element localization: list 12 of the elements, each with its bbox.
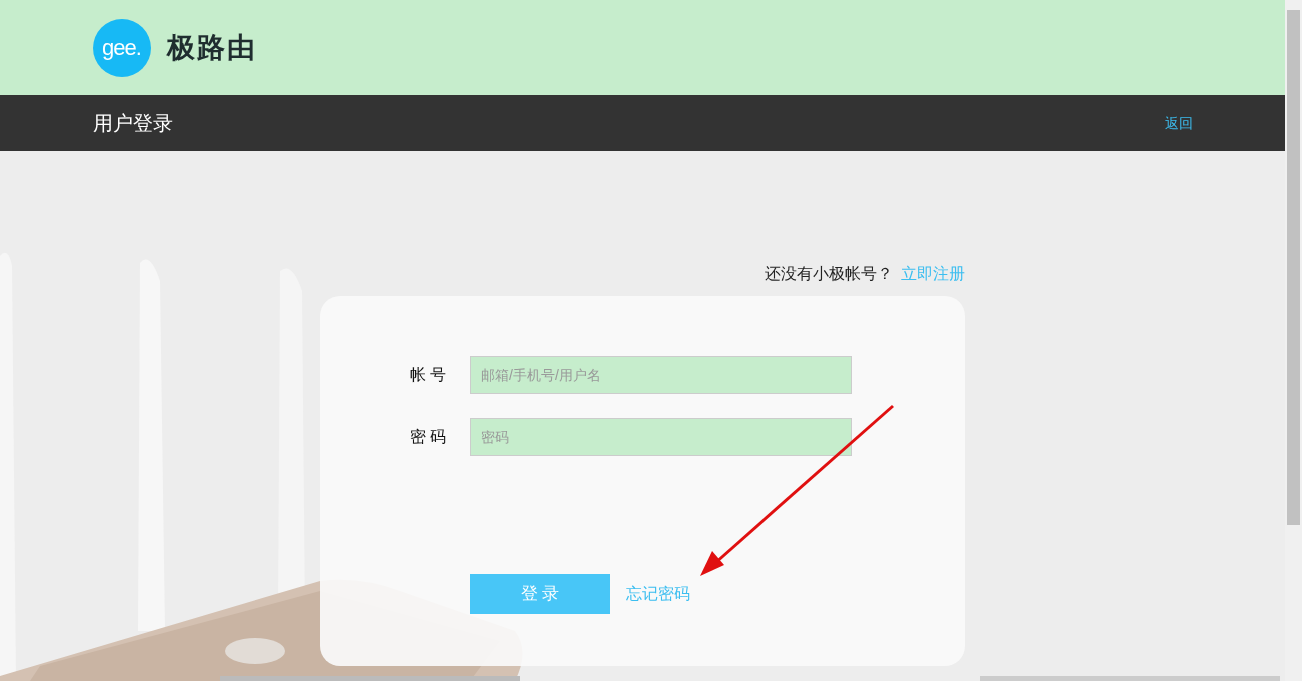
field-label: 密 码 (410, 427, 448, 447)
login-button[interactable]: 登 录 (470, 574, 610, 614)
logo: gee. (92, 18, 151, 77)
back-link[interactable]: 返回 (1164, 112, 1193, 134)
register-prompt: 还没有小极帐号？ (765, 264, 893, 284)
page-title: 用户登录 (92, 111, 173, 136)
forgot-password-link[interactable]: 忘记密码 (626, 582, 690, 606)
input-field[interactable]: 密码 (470, 418, 852, 456)
field-label: 帐 号 (410, 365, 448, 385)
register-link[interactable]: 立即注册 (901, 262, 965, 286)
input-field[interactable]: 邮箱/手机号/用户名 (470, 356, 852, 394)
brand-name: 极路由 (166, 30, 257, 65)
